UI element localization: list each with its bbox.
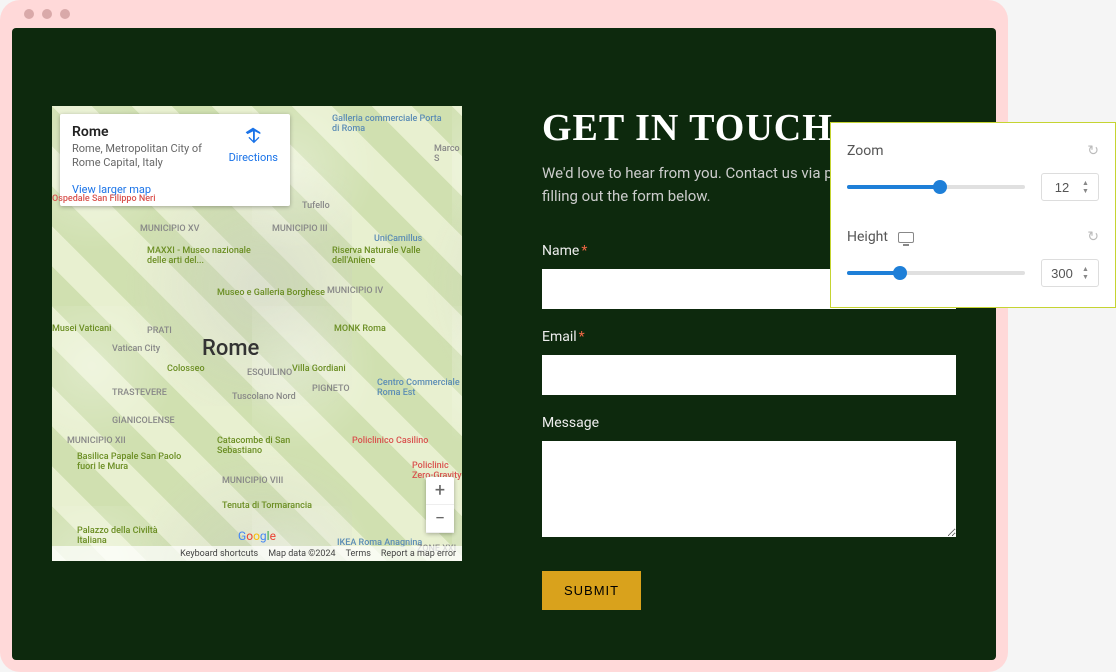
map-zoom-controls: + − (426, 477, 454, 533)
map-poi-label: Galleria commerciale Porta di Roma (332, 114, 442, 134)
map-poi-label: Colosseo (167, 364, 205, 374)
zoom-label: Zoom (847, 143, 884, 159)
browser-window: Rome Rome, Metropolitan City of Rome Cap… (0, 0, 1008, 672)
map-info-card: Rome Rome, Metropolitan City of Rome Cap… (60, 114, 290, 206)
map-poi-label: MUNICIPIO XII (67, 436, 126, 446)
email-input[interactable] (542, 355, 956, 395)
map-zoom-in-button[interactable]: + (426, 477, 454, 505)
submit-button[interactable]: SUBMIT (542, 571, 641, 610)
directions-button[interactable]: Directions (229, 124, 278, 164)
map-attribution: Keyboard shortcuts Map data ©2024 Terms … (52, 546, 462, 561)
map-poi-label: Ospedale San Filippo Neri (52, 194, 156, 204)
browser-chrome (0, 0, 1008, 28)
map-poi-label: Policlinico Casilino (352, 436, 428, 446)
message-textarea[interactable] (542, 441, 956, 537)
height-slider[interactable] (847, 271, 1025, 275)
map-zoom-out-button[interactable]: − (426, 505, 454, 533)
map-poi-label: Tuscolano Nord (232, 392, 296, 402)
height-label: Height (847, 229, 914, 245)
map-data-text: Map data ©2024 (268, 549, 335, 559)
height-number-input[interactable]: ▲▼ (1041, 259, 1099, 287)
map-poi-label: MAXXI - Museo nazionale delle arti del..… (147, 246, 257, 266)
map-poi-label: Basilica Papale San Paolo fuori le Mura (77, 452, 187, 472)
embedded-map[interactable]: Rome Rome, Metropolitan City of Rome Cap… (52, 106, 462, 561)
map-poi-label: MUNICIPIO VIII (222, 476, 283, 486)
traffic-light-green[interactable] (60, 9, 70, 19)
google-logo: Google (238, 529, 276, 543)
settings-panel: Zoom ↻ ▲▼ Height ↻ (830, 122, 1116, 308)
email-label: Email* (542, 329, 956, 345)
map-poi-label: MUNICIPIO III (272, 224, 328, 234)
stepper-arrows[interactable]: ▲▼ (1082, 180, 1093, 195)
terms-link[interactable]: Terms (346, 549, 371, 559)
map-city-label: Rome (202, 336, 259, 361)
map-poi-label: ESQUILINO (247, 368, 292, 378)
directions-icon (229, 124, 278, 151)
map-poi-label: Palazzo della Civiltà Italiana (77, 526, 187, 546)
map-location-subtitle: Rome, Metropolitan City of Rome Capital,… (72, 142, 229, 171)
map-poi-label: Tufello (302, 201, 330, 211)
reset-icon[interactable]: ↻ (1087, 229, 1099, 245)
zoom-slider[interactable] (847, 185, 1025, 189)
map-poi-label: MONK Roma (334, 324, 386, 334)
traffic-light-yellow[interactable] (42, 9, 52, 19)
map-poi-label: MUNICIPIO IV (327, 286, 383, 296)
map-poi-label: TRASTEVERE (112, 388, 167, 398)
map-poi-label: PRATI (147, 326, 172, 336)
map-poi-label: UniCamillus (374, 234, 422, 244)
map-poi-label: Tenuta di Tormarancia (222, 501, 312, 511)
keyboard-shortcuts-link[interactable]: Keyboard shortcuts (180, 549, 258, 559)
map-poi-label: Museo e Galleria Borghese (217, 288, 325, 298)
zoom-number-input[interactable]: ▲▼ (1041, 173, 1099, 201)
map-poi-label: Vatican City (112, 344, 160, 354)
map-location-title: Rome (72, 124, 229, 140)
traffic-light-red[interactable] (24, 9, 34, 19)
stepper-arrows[interactable]: ▲▼ (1082, 266, 1093, 281)
message-label: Message (542, 415, 956, 431)
map-poi-label: Villa Gordiani (292, 364, 346, 374)
map-poi-label: Riserva Naturale Valle dell'Aniene (332, 246, 442, 266)
map-poi-label: Catacombe di San Sebastiano (217, 436, 327, 456)
map-poi-label: Marco S (434, 144, 462, 164)
desktop-icon[interactable] (898, 232, 914, 243)
map-poi-label: PIGNETO (312, 384, 350, 394)
map-poi-label: GIANICOLENSE (112, 416, 175, 426)
reset-icon[interactable]: ↻ (1087, 143, 1099, 159)
map-poi-label: MUNICIPIO XV (140, 224, 199, 234)
map-poi-label: Centro Commerciale Roma Est (377, 378, 462, 398)
report-error-link[interactable]: Report a map error (381, 549, 456, 559)
map-poi-label: Musei Vaticani (52, 324, 111, 334)
